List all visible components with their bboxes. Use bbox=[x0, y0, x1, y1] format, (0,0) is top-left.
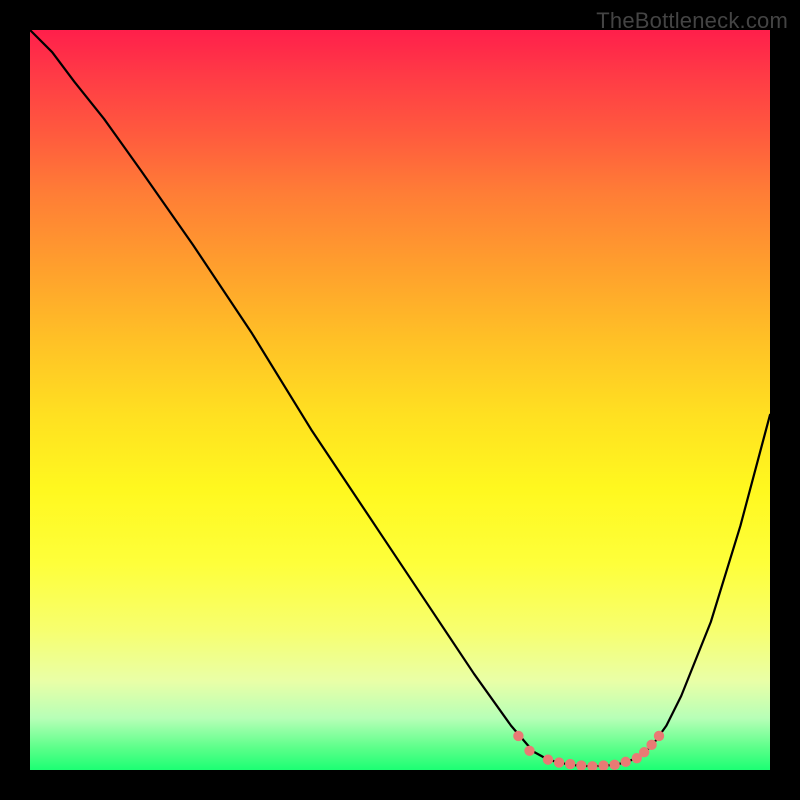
chart-container: TheBottleneck.com bbox=[0, 0, 800, 800]
plot-gradient-frame bbox=[30, 30, 770, 770]
watermark-text: TheBottleneck.com bbox=[596, 8, 788, 34]
highlight-points bbox=[513, 731, 664, 770]
curve-svg bbox=[30, 30, 770, 770]
bottleneck-curve bbox=[30, 30, 770, 766]
